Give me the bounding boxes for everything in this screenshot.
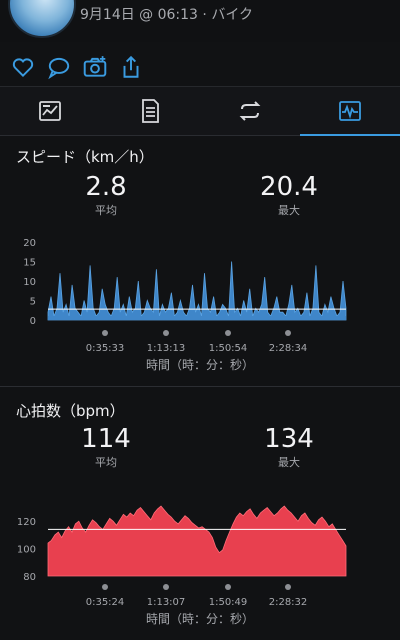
- section-divider: [0, 386, 400, 387]
- heart-x-axis-label: 時間（時：分：秒）: [145, 612, 254, 626]
- x-tick-dot: [225, 584, 231, 590]
- x-tick-label: 1:50:54: [209, 343, 248, 354]
- speed-chart: 20 15 10 5 0 0:35:33 1:13:13 1:50:54 2:28:34: [23, 238, 347, 354]
- heart-rate-section: 心拍数（bpm） 114 平均 134 最大 120 100 80 0:35:24 1:…: [0, 388, 400, 640]
- series-area: [47, 261, 347, 321]
- y-tick-label: 0: [30, 316, 36, 327]
- x-tick-label: 2:28:34: [269, 343, 308, 354]
- y-tick-label: 10: [23, 277, 36, 288]
- x-tick-dot: [163, 584, 169, 590]
- x-tick-dot: [163, 330, 169, 336]
- camera-add-icon[interactable]: [82, 54, 108, 80]
- x-tick-dot: [102, 330, 108, 336]
- activity-header: 9月14日 @ 06:13 · バイク: [0, 0, 400, 42]
- chart-icon: [339, 101, 361, 121]
- activity-avatar[interactable]: [8, 0, 76, 38]
- x-tick-dot: [102, 584, 108, 590]
- y-tick-label: 120: [17, 517, 36, 528]
- heart-avg-label: 平均: [95, 456, 117, 469]
- heart-max-stat: 134 最大: [219, 424, 359, 470]
- x-tick-dot: [285, 584, 291, 590]
- x-tick-label: 1:50:49: [209, 597, 248, 608]
- x-tick-label: 1:13:07: [147, 597, 186, 608]
- series-baseline: [48, 316, 346, 320]
- laps-icon: [239, 101, 261, 121]
- tab-charts[interactable]: [300, 87, 400, 136]
- comment-icon[interactable]: [46, 54, 72, 80]
- speed-x-axis-label: 時間（時：分：秒）: [145, 358, 254, 372]
- tab-details[interactable]: [100, 87, 200, 135]
- tab-bar: [0, 86, 400, 136]
- speed-avg-label: 平均: [95, 204, 117, 217]
- y-tick-label: 5: [30, 297, 36, 308]
- heart-rate-chart: 120 100 80 0:35:24 1:13:07 1:50:49 2:28:32: [17, 505, 347, 608]
- tab-laps[interactable]: [200, 87, 300, 135]
- summary-icon: [39, 101, 61, 121]
- heart-rate-title: 心拍数（bpm）: [16, 402, 125, 420]
- like-icon[interactable]: [10, 54, 36, 80]
- heart-avg-stat: 114 平均: [36, 424, 176, 470]
- y-tick-label: 100: [17, 545, 36, 556]
- tab-summary[interactable]: [0, 87, 100, 135]
- y-tick-label: 20: [23, 238, 36, 249]
- speed-max-label: 最大: [278, 204, 300, 217]
- x-tick-label: 1:13:13: [147, 343, 186, 354]
- y-tick-label: 80: [23, 572, 36, 583]
- speed-max-stat: 20.4 最大: [219, 172, 359, 218]
- activity-meta: 9月14日 @ 06:13 · バイク: [80, 7, 254, 23]
- heart-avg-value: 114: [81, 424, 131, 454]
- x-tick-dot: [225, 330, 231, 336]
- speed-avg-value: 2.8: [85, 172, 127, 202]
- speed-section: スピード（km／h） 2.8 平均 20.4 最大 20 15 10 5 0 0:35:3…: [0, 134, 400, 386]
- heart-max-label: 最大: [278, 456, 300, 469]
- speed-title: スピード（km／h）: [16, 148, 154, 166]
- x-tick-label: 0:35:33: [86, 343, 125, 354]
- x-tick-label: 2:28:32: [269, 597, 308, 608]
- speed-avg-stat: 2.8 平均: [36, 172, 176, 218]
- heart-max-value: 134: [264, 424, 314, 454]
- details-icon: [142, 99, 159, 123]
- x-tick-label: 0:35:24: [86, 597, 125, 608]
- y-tick-label: 15: [23, 258, 36, 269]
- action-bar: [0, 48, 400, 86]
- series-area: [47, 505, 347, 577]
- share-icon[interactable]: [118, 54, 144, 80]
- speed-max-value: 20.4: [260, 172, 318, 202]
- x-tick-dot: [285, 330, 291, 336]
